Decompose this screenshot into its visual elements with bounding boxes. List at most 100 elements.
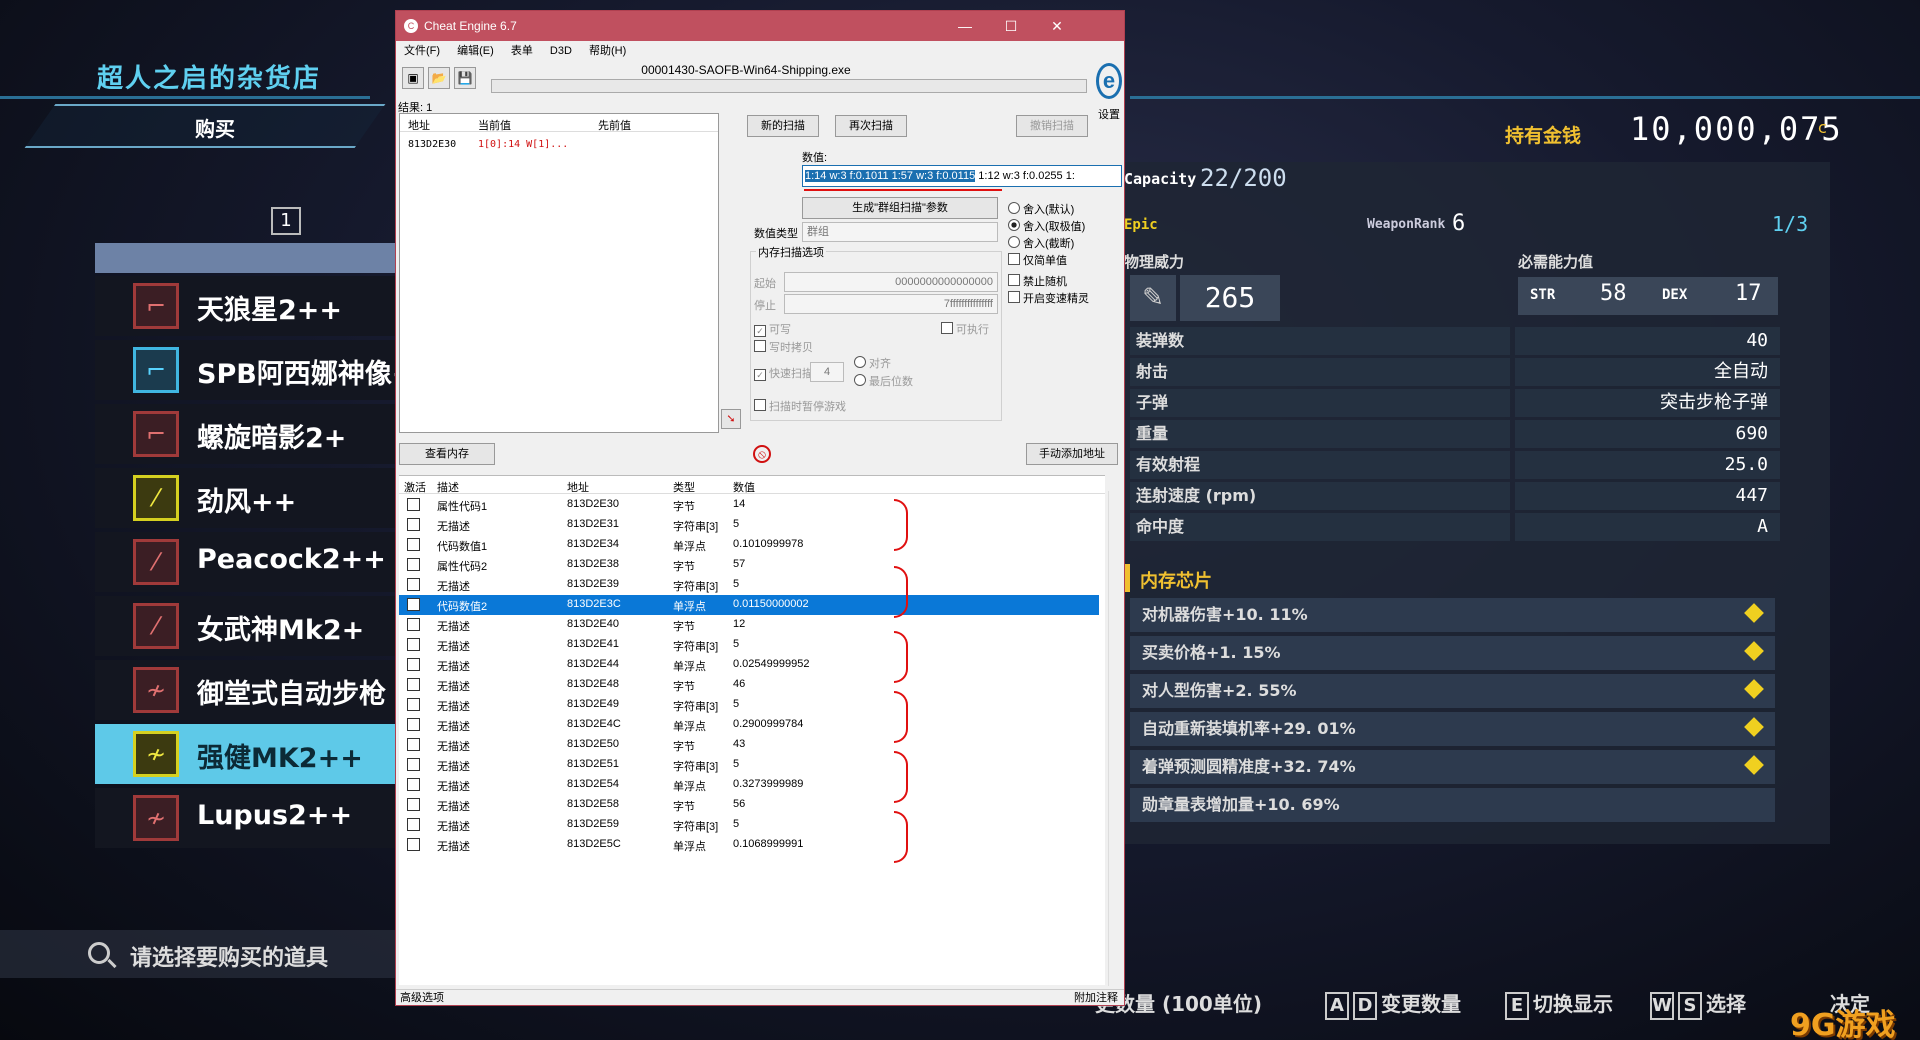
close-button[interactable]: ✕ (1034, 11, 1080, 41)
round-truncate-radio[interactable]: 舍入(截断) (1008, 235, 1074, 251)
undo-scan-button[interactable]: 撤销扫描 (1016, 115, 1088, 137)
settings-link[interactable]: 设置 (1098, 106, 1120, 122)
active-checkbox[interactable] (407, 698, 420, 711)
active-checkbox[interactable] (407, 658, 420, 671)
table-comments[interactable]: 附加注释 (1074, 990, 1118, 1006)
weapon-list-item[interactable]: ⌐ 螺旋暗影2+ (95, 404, 395, 464)
found-col-previous[interactable]: 先前值 (598, 117, 631, 133)
address-row[interactable]: 无描述 813D2E40 字节 12 (399, 615, 1099, 635)
col-address[interactable]: 地址 (567, 479, 589, 495)
col-type[interactable]: 类型 (673, 479, 695, 495)
writable-checkbox[interactable]: 可写 (754, 321, 791, 337)
weapon-list-item[interactable]: ⁄ 女武神Mk2+ (95, 596, 395, 656)
start-field[interactable]: 0000000000000000 (784, 272, 998, 292)
memory-chip[interactable]: 对人型伤害+2. 55% (1130, 674, 1775, 708)
memory-chip[interactable]: 着弹预测圆精准度+32. 74% (1130, 750, 1775, 784)
found-col-address[interactable]: 地址 (408, 117, 430, 133)
address-row[interactable]: 无描述 813D2E51 字符串[3] 5 (399, 755, 1099, 775)
save-icon[interactable]: 💾 (454, 67, 476, 89)
weapon-list-item[interactable]: ⁄ 劲风++ (95, 468, 395, 528)
ce-logo-icon[interactable]: e (1096, 63, 1122, 99)
address-row[interactable]: 代码数值1 813D2E34 单浮点 0.1010999978 (399, 535, 1099, 555)
col-value[interactable]: 数值 (733, 479, 755, 495)
col-description[interactable]: 描述 (437, 479, 459, 495)
add-address-button[interactable]: 手动添加地址 (1026, 443, 1118, 465)
address-row[interactable]: 无描述 813D2E50 字节 43 (399, 735, 1099, 755)
active-checkbox[interactable] (407, 638, 420, 651)
active-checkbox[interactable] (407, 498, 420, 511)
menu-table[interactable]: 表单 (511, 45, 533, 57)
next-scan-button[interactable]: 再次扫描 (835, 115, 907, 137)
menu-file[interactable]: 文件(F) (404, 45, 440, 57)
maximize-button[interactable]: ☐ (988, 11, 1034, 41)
address-row[interactable]: 无描述 813D2E44 单浮点 0.02549999952 (399, 655, 1099, 675)
active-checkbox[interactable] (407, 818, 420, 831)
active-checkbox[interactable] (407, 598, 420, 611)
speedhack-checkbox[interactable]: 开启变速精灵 (1008, 290, 1089, 306)
value-type-select[interactable]: 群组 (802, 222, 998, 242)
active-checkbox[interactable] (407, 678, 420, 691)
address-row[interactable]: 无描述 813D2E58 字节 56 (399, 795, 1099, 815)
weapon-list-item[interactable]: ≁ 御堂式自动步枪 (95, 660, 395, 720)
active-checkbox[interactable] (407, 798, 420, 811)
active-checkbox[interactable] (407, 758, 420, 771)
active-checkbox[interactable] (407, 838, 420, 851)
memory-chip[interactable]: 对机器伤害+10. 11% (1130, 598, 1775, 632)
open-folder-icon[interactable]: 📂 (428, 67, 450, 89)
address-row[interactable]: 无描述 813D2E48 字节 46 (399, 675, 1099, 695)
memory-chip[interactable]: 勋章量表增加量+10. 69% (1130, 788, 1775, 822)
active-checkbox[interactable] (407, 618, 420, 631)
address-row[interactable]: 无描述 813D2E4C 单浮点 0.2900999784 (399, 715, 1099, 735)
align-radio[interactable]: 对齐 (854, 355, 891, 371)
no-random-checkbox[interactable]: 禁止随机 (1008, 273, 1067, 289)
active-checkbox[interactable] (407, 538, 420, 551)
fast-scan-value[interactable]: 4 (810, 362, 844, 382)
round-extreme-radio[interactable]: 舍入(取极值) (1008, 218, 1085, 234)
address-row[interactable]: 属性代码1 813D2E30 字节 14 (399, 495, 1099, 515)
active-checkbox[interactable] (407, 518, 420, 531)
pause-game-checkbox[interactable]: 扫描时暂停游戏 (754, 398, 846, 414)
simple-values-checkbox[interactable]: 仅简单值 (1008, 252, 1067, 268)
address-row[interactable]: 代码数值2 813D2E3C 单浮点 0.01150000002 (399, 595, 1099, 615)
minimize-button[interactable]: — (942, 11, 988, 41)
menu-help[interactable]: 帮助(H) (589, 45, 626, 57)
memory-chip[interactable]: 买卖价格+1. 15% (1130, 636, 1775, 670)
col-active[interactable]: 激活 (404, 479, 426, 495)
advanced-options[interactable]: 高级选项 (400, 990, 444, 1006)
menu-edit[interactable]: 编辑(E) (457, 45, 494, 57)
last-digits-radio[interactable]: 最后位数 (854, 373, 913, 389)
generate-group-button[interactable]: 生成"群组扫描"参数 (802, 197, 998, 219)
value-input[interactable]: 1:14 w:3 f:0.1011 1:57 w:3 f:0.0115 1:12… (802, 165, 1122, 187)
found-list[interactable]: 地址 当前值 先前值 813D2E30 1[0]:14 W[1]... (399, 113, 719, 433)
address-row[interactable]: 无描述 813D2E39 字符串[3] 5 (399, 575, 1099, 595)
stop-field[interactable]: 7fffffffffffffff (784, 294, 998, 314)
address-row[interactable]: 无描述 813D2E49 字符串[3] 5 (399, 695, 1099, 715)
address-row[interactable]: 无描述 813D2E31 字符串[3] 5 (399, 515, 1099, 535)
address-row[interactable]: 属性代码2 813D2E38 字节 57 (399, 555, 1099, 575)
table-scrollbar[interactable] (1108, 491, 1122, 986)
menu-d3d[interactable]: D3D (550, 45, 572, 57)
address-row[interactable]: 无描述 813D2E41 字符串[3] 5 (399, 635, 1099, 655)
memory-chip[interactable]: 自动重新装填机率+29. 01% (1130, 712, 1775, 746)
open-process-icon[interactable]: ▣ (402, 67, 424, 89)
executable-checkbox[interactable]: 可执行 (941, 321, 989, 337)
found-row-value[interactable]: 1[0]:14 W[1]... (478, 139, 568, 150)
found-col-value[interactable]: 当前值 (478, 117, 511, 133)
address-row[interactable]: 无描述 813D2E5C 单浮点 0.1068999991 (399, 835, 1099, 855)
active-checkbox[interactable] (407, 558, 420, 571)
weapon-list-item[interactable]: ⁄ Peacock2++ (95, 532, 395, 592)
weapon-list-item[interactable]: ≁ Lupus2++ (95, 788, 395, 848)
view-memory-button[interactable]: 查看内存 (399, 443, 495, 465)
address-row[interactable]: 无描述 813D2E59 字符串[3] 5 (399, 815, 1099, 835)
active-checkbox[interactable] (407, 738, 420, 751)
copy-on-write-checkbox[interactable]: 写时拷贝 (754, 339, 813, 355)
active-checkbox[interactable] (407, 578, 420, 591)
new-scan-button[interactable]: 新的扫描 (747, 115, 819, 137)
arrow-add-icon[interactable]: ➘ (721, 409, 741, 429)
round-default-radio[interactable]: 舍入(默认) (1008, 201, 1074, 217)
weapon-list-item[interactable]: ⌐ SPB阿西娜神像+ (95, 340, 414, 400)
weapon-list-item[interactable]: ⌐ 天狼星2++ (95, 276, 395, 336)
address-row[interactable]: 无描述 813D2E54 单浮点 0.3273999989 (399, 775, 1099, 795)
stop-icon[interactable]: ⦸ (753, 445, 771, 463)
fast-scan-checkbox[interactable]: 快速扫描 (754, 365, 813, 381)
